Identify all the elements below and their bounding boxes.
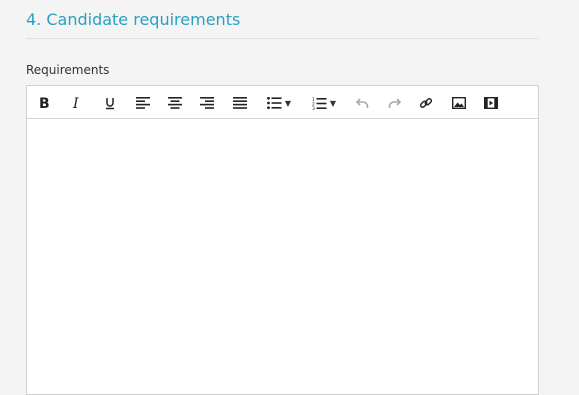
- align-justify-icon: [233, 97, 247, 109]
- align-right-icon: [200, 97, 214, 109]
- numbered-list-icon: 1 2 3: [312, 97, 327, 110]
- svg-text:I: I: [72, 96, 79, 110]
- align-left-icon: [136, 97, 150, 109]
- redo-icon: [388, 97, 401, 109]
- svg-text:3: 3: [312, 106, 315, 110]
- link-icon: [419, 96, 433, 110]
- italic-icon: I: [71, 96, 83, 110]
- section-divider: [26, 38, 539, 39]
- editor-content-area[interactable]: [27, 119, 538, 394]
- bold-button[interactable]: B: [37, 94, 51, 112]
- align-left-button[interactable]: [135, 94, 151, 112]
- align-center-button[interactable]: [167, 94, 183, 112]
- editor-toolbar: B I ▼ 1 2 3 ▼: [27, 86, 538, 119]
- rich-text-editor: B I ▼ 1 2 3 ▼: [26, 85, 539, 395]
- undo-button[interactable]: [355, 94, 369, 112]
- media-button[interactable]: [483, 94, 499, 112]
- italic-button[interactable]: I: [70, 94, 84, 112]
- requirements-label: Requirements: [26, 63, 110, 77]
- svg-text:B: B: [39, 96, 50, 110]
- image-button[interactable]: [451, 94, 467, 112]
- align-center-icon: [168, 97, 182, 109]
- image-icon: [452, 97, 466, 109]
- chevron-down-icon[interactable]: ▼: [285, 99, 291, 108]
- chevron-down-icon[interactable]: ▼: [330, 99, 336, 108]
- redo-button[interactable]: [387, 94, 401, 112]
- bullet-list-button[interactable]: ▼: [263, 94, 295, 112]
- bullet-list-icon: [267, 97, 282, 109]
- undo-icon: [355, 97, 369, 109]
- link-button[interactable]: [419, 94, 433, 112]
- section-title: 4. Candidate requirements: [26, 10, 241, 29]
- underline-icon: [104, 96, 116, 110]
- numbered-list-button[interactable]: 1 2 3 ▼: [308, 94, 340, 112]
- media-icon: [484, 97, 498, 109]
- bold-icon: B: [38, 96, 50, 110]
- underline-button[interactable]: [103, 94, 117, 112]
- align-justify-button[interactable]: [232, 94, 248, 112]
- align-right-button[interactable]: [199, 94, 215, 112]
